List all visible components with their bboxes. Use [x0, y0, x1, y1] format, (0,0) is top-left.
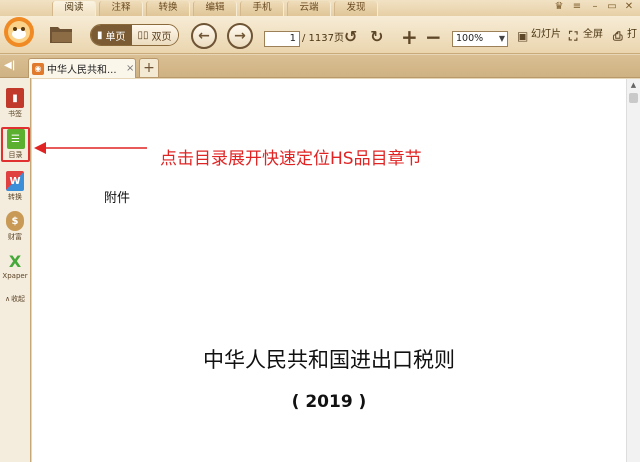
sidebar-item-label: 目录: [8, 151, 23, 159]
print-icon[interactable]: ⎙: [613, 29, 623, 44]
page-total-label: / 1137页: [302, 33, 344, 44]
annotation-arrow: [34, 142, 147, 154]
zoom-select[interactable]: 100% ▼: [452, 31, 508, 47]
crown-icon[interactable]: ♛: [552, 1, 566, 13]
rotate-right-icon[interactable]: ↻: [370, 27, 383, 46]
table-of-contents-icon: ☰: [6, 129, 25, 149]
single-page-icon: ▮: [97, 29, 103, 41]
vertical-scrollbar[interactable]: ▲: [626, 79, 640, 462]
rotate-left-icon[interactable]: ↺: [344, 27, 357, 46]
double-page-button[interactable]: ▯▯ 双页: [131, 25, 178, 45]
single-page-button[interactable]: ▮ 单页: [91, 25, 132, 45]
slideshow-icon[interactable]: ▣: [517, 29, 528, 43]
collapse-sidebar-icon[interactable]: ◀|: [4, 60, 18, 73]
arrow-left-icon: ←: [198, 28, 210, 44]
add-tab-button[interactable]: +: [139, 58, 159, 78]
sidebar-item-label: 转换: [8, 193, 22, 201]
menu-bar: 阅读 注释 转换 编辑 手机 云端 发现 ♛ ≡ – ▭ ✕: [0, 0, 640, 16]
previous-page-button[interactable]: ←: [191, 23, 217, 49]
annotation-text: 点击目录展开快速定位HS品目章节: [160, 149, 422, 169]
convert-icon: W: [6, 171, 24, 191]
sidebar-item-convert[interactable]: W 转换: [2, 171, 28, 202]
menu-tab-discover[interactable]: 发现: [334, 1, 378, 16]
sidebar-item-label: 书签: [8, 110, 22, 118]
sidebar-item-label: Xpaper: [2, 272, 28, 280]
scrollbar-thumb[interactable]: [629, 93, 638, 103]
fullscreen-icon[interactable]: ⛶: [569, 29, 577, 44]
money-bag-icon: $: [6, 211, 24, 231]
close-window-icon[interactable]: ✕: [622, 1, 636, 13]
attachment-label: 附件: [104, 191, 131, 206]
zoom-out-icon[interactable]: −: [425, 25, 442, 49]
menu-tab-mobile[interactable]: 手机: [240, 1, 284, 16]
menu-tab-edit[interactable]: 编辑: [193, 1, 237, 16]
sidebar-item-xpaper[interactable]: X Xpaper: [2, 251, 28, 281]
print-label[interactable]: 打: [627, 27, 637, 43]
sidebar-item-label: 财富: [8, 233, 22, 241]
slideshow-label[interactable]: 幻灯片: [531, 27, 561, 43]
bookmark-icon: ▮: [6, 88, 24, 108]
document-tab-title: 中华人民共和...: [47, 65, 117, 76]
page-mode-toggle: ▮ 单页 ▯▯ 双页: [90, 24, 179, 46]
chevron-down-icon: ▼: [498, 34, 505, 43]
single-page-label: 单页: [105, 31, 126, 43]
left-sidebar: ▮ 书签 ☰ 目录 W 转换 $ 财富 X Xpaper ∧ 收起: [0, 78, 31, 462]
maximize-icon[interactable]: ▭: [605, 1, 619, 13]
double-page-icon: ▯▯: [137, 29, 149, 41]
document-year: ( 2019 ): [291, 392, 367, 412]
xpaper-icon: X: [8, 251, 22, 271]
next-page-button[interactable]: →: [227, 23, 253, 49]
zoom-in-icon[interactable]: +: [401, 25, 418, 49]
open-folder-icon[interactable]: [48, 22, 74, 46]
document-tab-strip: ◀| ◉ 中华人民共和... × +: [0, 55, 640, 78]
menu-tab-cloud[interactable]: 云端: [287, 1, 331, 16]
page-number-input[interactable]: 1: [264, 31, 300, 47]
sidebar-item-toc[interactable]: ☰ 目录: [1, 127, 30, 162]
menu-tab-annotate[interactable]: 注释: [99, 1, 143, 16]
pdf-file-icon: ◉: [32, 62, 44, 75]
close-icon[interactable]: ×: [126, 63, 134, 74]
sidebar-collapse-label: 收起: [11, 295, 26, 303]
sidebar-item-wealth[interactable]: $ 财富: [2, 211, 28, 242]
arrow-right-icon: →: [234, 28, 246, 44]
menu-tab-convert[interactable]: 转换: [146, 1, 190, 16]
document-tab[interactable]: ◉ 中华人民共和... ×: [28, 58, 136, 78]
chevron-up-icon: ∧: [4, 295, 11, 303]
document-heading: 中华人民共和国进出口税则: [203, 348, 455, 372]
fullscreen-label[interactable]: 全屏: [583, 27, 603, 43]
menu-tab-read[interactable]: 阅读: [52, 1, 96, 16]
double-page-label: 双页: [151, 31, 172, 43]
sidebar-collapse[interactable]: ∧ 收起: [2, 294, 28, 304]
sidebar-item-bookmarks[interactable]: ▮ 书签: [2, 88, 28, 119]
scroll-up-icon[interactable]: ▲: [629, 81, 638, 90]
minimize-icon[interactable]: –: [588, 1, 602, 13]
zoom-value: 100%: [456, 33, 484, 44]
menu-icon[interactable]: ≡: [570, 1, 584, 13]
app-logo-icon[interactable]: [2, 16, 38, 54]
